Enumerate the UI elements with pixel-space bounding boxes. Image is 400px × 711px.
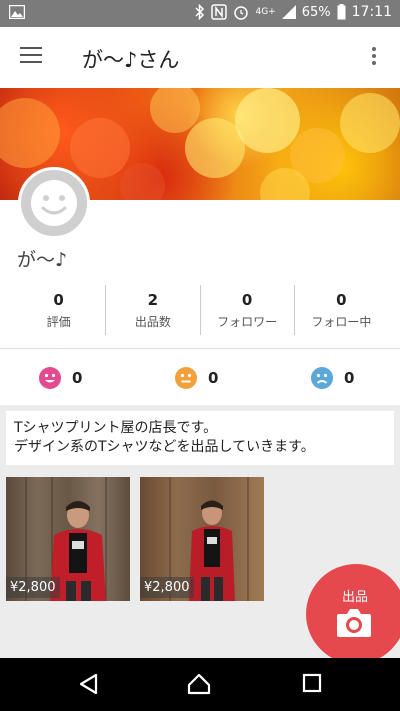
avatar[interactable] <box>18 167 90 239</box>
back-icon[interactable] <box>78 673 100 695</box>
item-card[interactable]: ¥2,800 <box>6 477 130 601</box>
bio: Tシャツプリント屋の店長です。 デザイン系のTシャツなどを出品していきます。 <box>6 411 394 465</box>
stat-value: 2 <box>147 291 159 309</box>
stat-listings[interactable]: 2 出品数 <box>105 285 199 335</box>
home-icon[interactable] <box>187 673 211 695</box>
stat-label: 出品数 <box>134 315 171 329</box>
nfc-icon <box>211 4 228 20</box>
stat-following[interactable]: 0 フォロー中 <box>293 285 388 335</box>
battery-percent: 65% <box>301 4 331 20</box>
image-notification-icon <box>9 5 25 19</box>
rating-bad[interactable]: 0 <box>310 366 354 390</box>
smiley-avatar-icon <box>31 180 77 226</box>
stat-label: フォロー中 <box>311 315 372 329</box>
item-price: ¥2,800 <box>140 577 194 598</box>
app-bar: が〜♪さん <box>0 27 400 88</box>
stat-value: 0 <box>336 291 347 309</box>
stat-label: 評価 <box>46 315 71 329</box>
item-grid: ¥2,800 ¥2,800 <box>6 477 264 601</box>
signal-icon <box>281 5 296 19</box>
sell-button-label: 出品 <box>342 590 369 605</box>
rating-normal[interactable]: 0 <box>174 366 218 390</box>
rating-count: 0 <box>344 369 355 387</box>
bio-line: デザイン系のTシャツなどを出品していきます。 <box>14 439 315 455</box>
stat-value: 0 <box>241 291 253 309</box>
item-card[interactable]: ¥2,800 <box>140 477 264 601</box>
status-bar: 4G+ 65% 17:11 <box>0 0 400 27</box>
item-price: ¥2,800 <box>6 577 60 598</box>
stat-reviews[interactable]: 0 評価 <box>12 285 105 335</box>
username: が〜♪ <box>17 249 68 271</box>
stat-followers[interactable]: 0 フォロワー <box>199 285 294 335</box>
rating-good[interactable]: 0 <box>38 366 82 390</box>
bio-line: Tシャツプリント屋の店長です。 <box>14 420 218 436</box>
stat-label: フォロワー <box>217 315 278 329</box>
alarm-icon <box>234 6 249 20</box>
bluetooth-icon <box>195 4 205 20</box>
rating-count: 0 <box>208 369 219 387</box>
system-nav-bar <box>0 658 400 711</box>
rating-count: 0 <box>72 369 83 387</box>
stats-row: 0 評価 2 出品数 0 フォロワー 0 フォロー中 <box>12 285 388 335</box>
divider <box>0 348 400 349</box>
recent-apps-icon[interactable] <box>302 673 322 693</box>
stat-value: 0 <box>53 291 64 309</box>
sell-button[interactable]: 出品 <box>306 564 400 664</box>
battery-icon <box>337 4 346 20</box>
camera-icon <box>337 609 371 637</box>
sad-face-icon <box>311 367 333 389</box>
menu-icon[interactable] <box>20 47 42 67</box>
more-options-icon[interactable] <box>372 47 378 67</box>
ratings-row: 0 0 0 <box>0 360 400 396</box>
page-title: が〜♪さん <box>82 48 180 72</box>
happy-face-icon <box>39 367 61 389</box>
clock: 17:11 <box>351 4 392 20</box>
neutral-face-icon <box>175 367 197 389</box>
network-type: 4G+ <box>255 7 276 17</box>
